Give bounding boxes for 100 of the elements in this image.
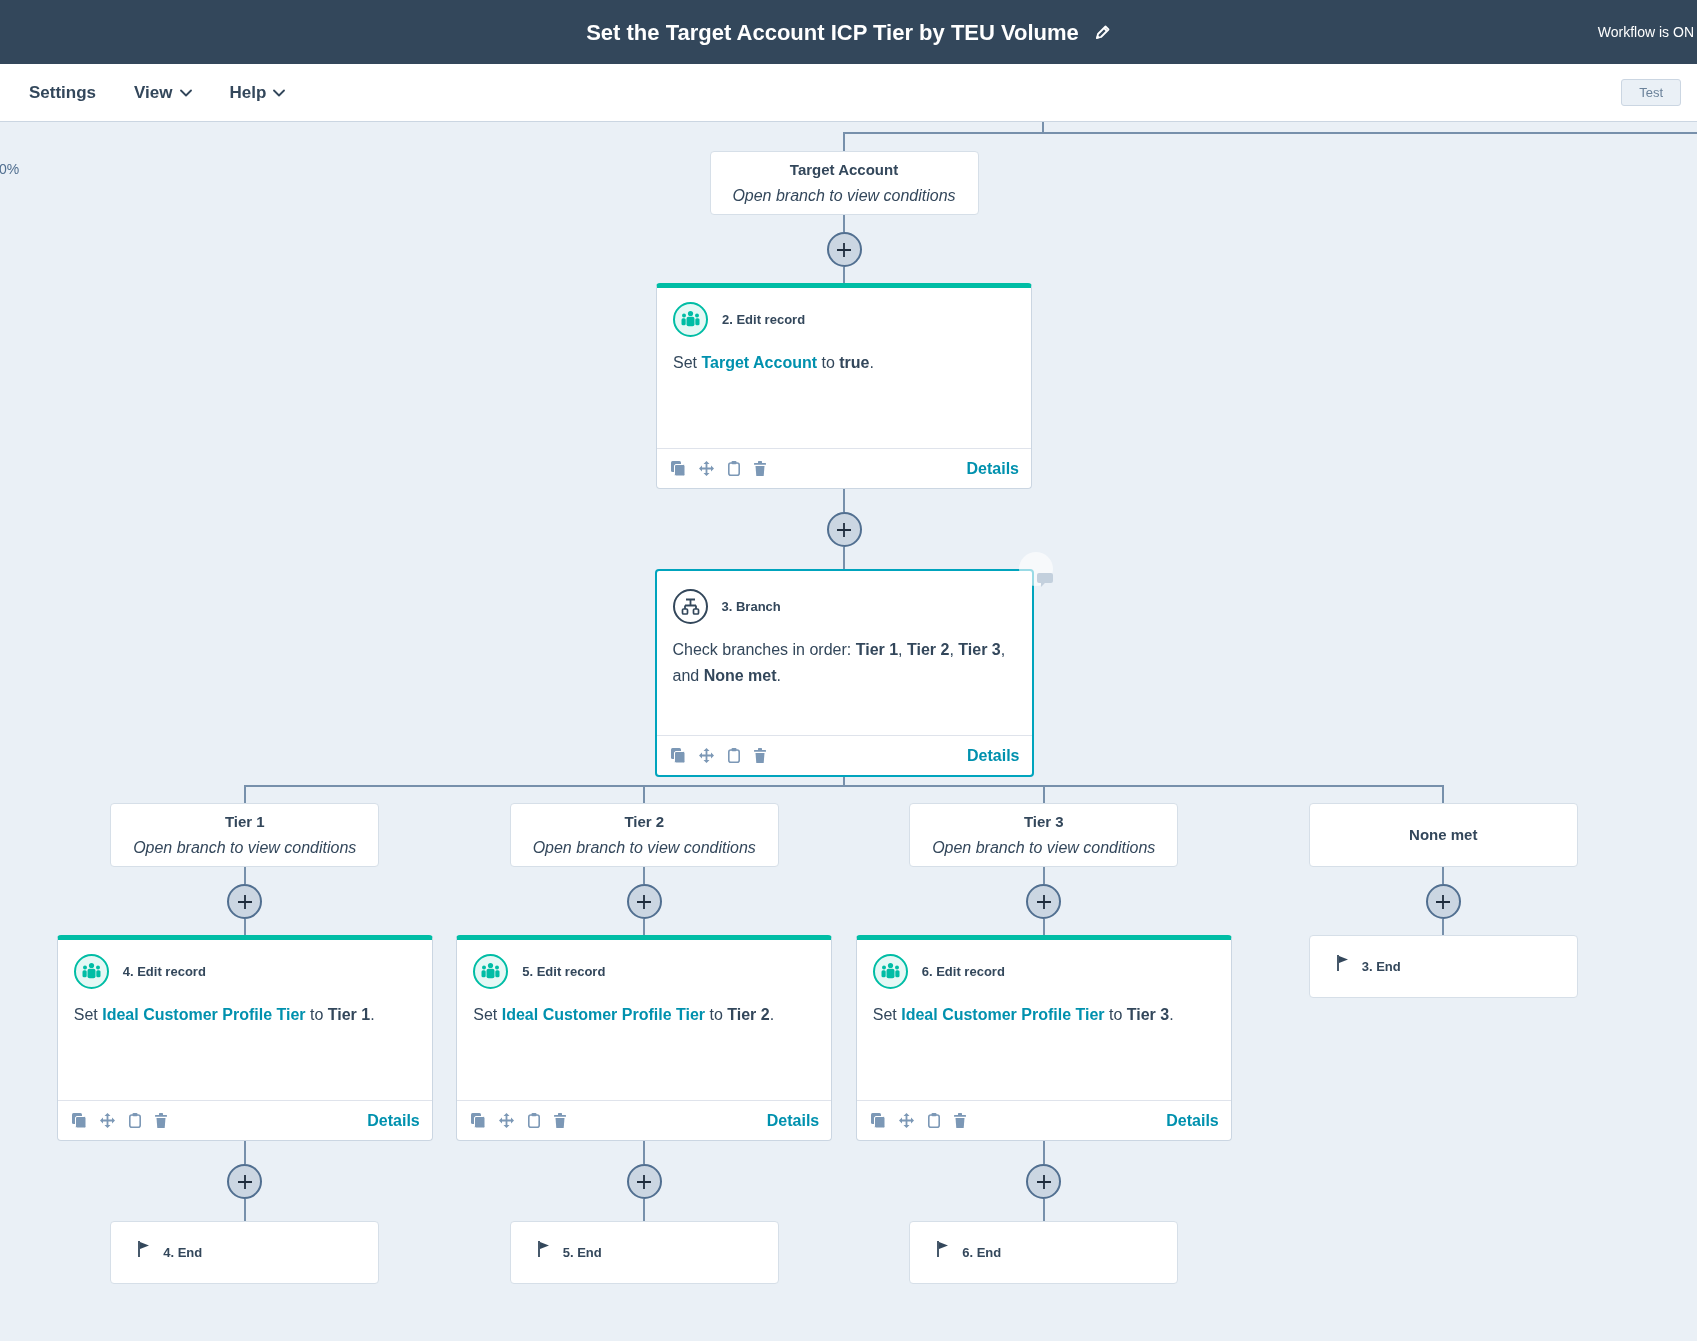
nav-menu-item[interactable]: View [134, 79, 192, 106]
people-icon [473, 954, 509, 989]
edit-record-card[interactable]: 5. Edit record Set Ideal Customer Profile Tier to Tier 2. Details [456, 935, 833, 1141]
end-step-title: 4. End [163, 1243, 203, 1262]
end-step-card[interactable]: 4. End [110, 1221, 380, 1284]
people-icon [872, 954, 908, 989]
details-link[interactable]: Details [766, 1108, 820, 1133]
add-step-button[interactable] [826, 512, 862, 547]
people-icon [673, 302, 708, 337]
add-step-button[interactable] [626, 1164, 662, 1199]
plus-icon [837, 522, 851, 537]
connector-line [243, 1199, 246, 1221]
hierarchy-icon [672, 589, 708, 624]
connector-line [243, 1141, 246, 1164]
details-link[interactable]: Details [1166, 1108, 1219, 1133]
nav-menu-item[interactable]: Help [229, 79, 286, 106]
branch-condition-card[interactable]: Tier 2 Open branch to view conditions [509, 803, 779, 867]
details-link[interactable]: Details [967, 743, 1020, 768]
add-step-button[interactable] [1026, 884, 1062, 919]
plus-icon [1036, 894, 1051, 909]
details-link[interactable]: Details [367, 1108, 420, 1133]
test-button[interactable]: Test [1621, 79, 1681, 106]
connector-line [1042, 1141, 1045, 1164]
copy-icon[interactable] [670, 748, 685, 763]
connector-line [243, 919, 246, 935]
nav-menu-item[interactable]: Settings [29, 79, 97, 106]
move-icon[interactable] [499, 1113, 515, 1128]
connector-line [1442, 919, 1445, 935]
clipboard-icon[interactable] [128, 1113, 141, 1128]
connector-line [843, 547, 845, 569]
plus-icon [1436, 894, 1451, 909]
connector-line [643, 867, 646, 884]
branch-step-card[interactable]: 3. Branch Check branches in order: Tier 1, Tier 2, Tier 3, and None met. Details [654, 569, 1034, 777]
step-description: Set Target Account to true. [673, 353, 875, 373]
clipboard-icon[interactable] [927, 1113, 940, 1128]
branch-subtitle: Open branch to view conditions [932, 838, 1156, 858]
step-description: Set Ideal Customer Profile Tier to Tier 3. [872, 1005, 1175, 1025]
end-step-card[interactable]: 6. End [909, 1221, 1179, 1284]
trash-icon[interactable] [154, 1113, 167, 1128]
clipboard-icon[interactable] [528, 1113, 541, 1128]
branch-title: Target Account [789, 160, 899, 180]
pencil-icon[interactable] [1094, 24, 1111, 40]
connector-line [843, 489, 845, 512]
end-step-title: 6. End [962, 1243, 1002, 1262]
connector-line [643, 1199, 646, 1221]
add-step-button[interactable] [227, 884, 263, 919]
move-icon[interactable] [99, 1113, 115, 1128]
plus-icon [237, 894, 252, 909]
step-title: 6. Edit record [921, 962, 1005, 981]
connector-line [1042, 1199, 1045, 1221]
branch-condition-card[interactable]: Tier 1 Open branch to view conditions [110, 803, 380, 867]
branch-condition-card[interactable]: Target Account Open branch to view conditions [709, 151, 979, 215]
connector-line [643, 1141, 646, 1164]
connector-line [1442, 867, 1445, 884]
plus-icon [837, 242, 851, 257]
workflow-title: Set the Target Account ICP Tier by TEU Volume [586, 18, 1079, 47]
copy-icon[interactable] [870, 1113, 885, 1128]
connector-line [243, 867, 246, 884]
connector-line [643, 919, 646, 935]
add-step-button[interactable] [1026, 1164, 1062, 1199]
flag-icon [537, 1241, 550, 1257]
branch-title: Tier 3 [1023, 812, 1064, 832]
copy-icon[interactable] [71, 1113, 86, 1128]
trash-icon[interactable] [554, 1113, 567, 1128]
comment-icon[interactable] [1018, 552, 1053, 587]
step-title: 4. Edit record [122, 962, 206, 981]
trash-icon[interactable] [753, 748, 766, 763]
branch-title: None met [1409, 825, 1478, 845]
move-icon[interactable] [699, 461, 714, 476]
edit-record-card[interactable]: 6. Edit record Set Ideal Customer Profile Tier to Tier 3. Details [855, 935, 1232, 1141]
edit-record-card[interactable]: 4. Edit record Set Ideal Customer Profile Tier to Tier 1. Details [56, 935, 433, 1141]
plus-icon [637, 1174, 652, 1189]
branch-title: Tier 2 [624, 812, 665, 832]
trash-icon[interactable] [754, 461, 766, 476]
trash-icon[interactable] [953, 1113, 966, 1128]
add-step-button[interactable] [1425, 884, 1461, 919]
clipboard-icon[interactable] [727, 748, 740, 763]
plus-icon [237, 1174, 252, 1189]
copy-icon[interactable] [671, 461, 685, 476]
add-step-button[interactable] [626, 884, 662, 919]
branch-condition-card[interactable]: Tier 3 Open branch to view conditions [909, 803, 1179, 867]
edit-record-card[interactable]: 2. Edit record Set Target Account to true. Details [656, 283, 1032, 489]
branch-condition-card[interactable]: None met [1308, 803, 1578, 867]
flag-icon [138, 1241, 151, 1257]
end-step-card[interactable]: 3. End [1308, 935, 1578, 998]
step-title: 2. Edit record [722, 310, 806, 329]
clipboard-icon[interactable] [728, 461, 740, 476]
copy-icon[interactable] [471, 1113, 486, 1128]
move-icon[interactable] [698, 748, 714, 763]
end-step-title: 3. End [1361, 957, 1401, 976]
add-step-button[interactable] [826, 232, 862, 267]
zoom-level-label: 0% [0, 160, 20, 179]
people-icon [73, 954, 109, 989]
step-description: Check branches in order: Tier 1, Tier 2, Tier 3, and None met. [672, 640, 1007, 686]
move-icon[interactable] [898, 1113, 914, 1128]
connector-line [843, 267, 845, 283]
step-description: Set Ideal Customer Profile Tier to Tier 2. [473, 1005, 776, 1025]
end-step-card[interactable]: 5. End [509, 1221, 779, 1284]
details-link[interactable]: Details [966, 456, 1019, 481]
add-step-button[interactable] [227, 1164, 263, 1199]
